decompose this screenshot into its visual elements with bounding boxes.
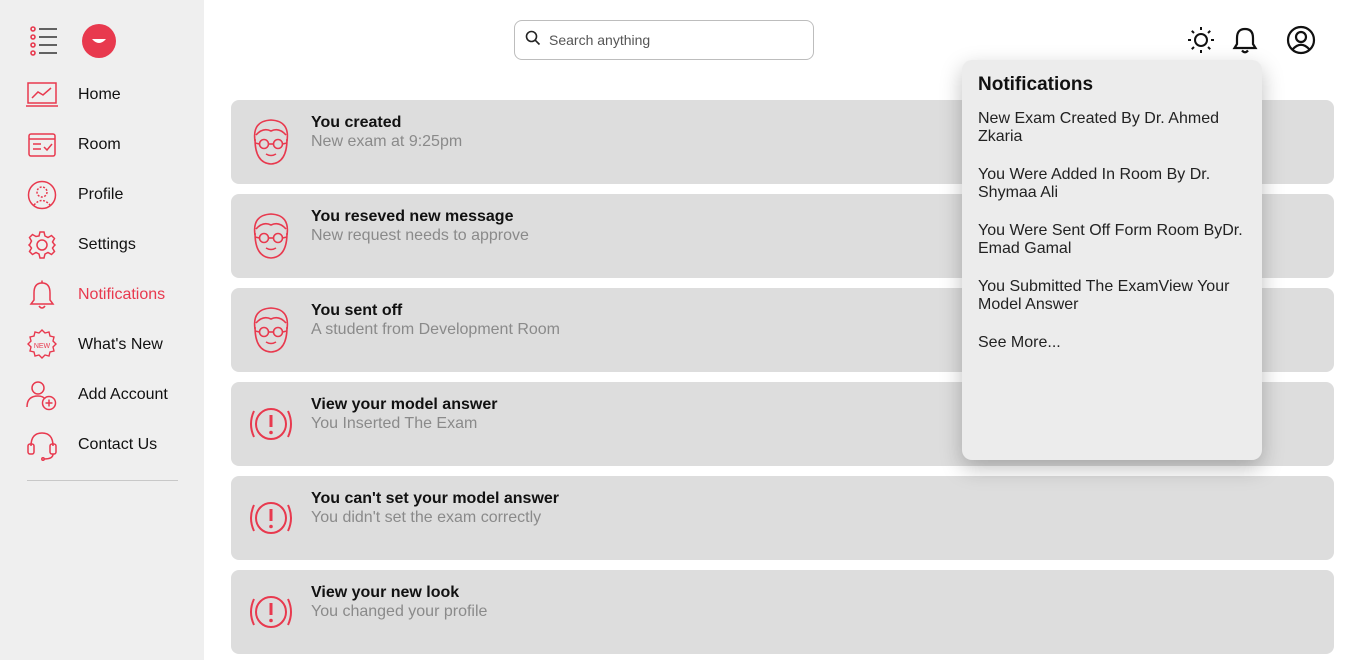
new-badge-icon: NEW bbox=[26, 329, 58, 361]
sidebar-item-label: Home bbox=[78, 86, 121, 103]
search-icon bbox=[525, 30, 541, 51]
sidebar-item-label: Room bbox=[78, 136, 121, 153]
alert-icon bbox=[245, 492, 297, 544]
notification-subtitle: You changed your profile bbox=[311, 603, 488, 620]
notification-title: View your new look bbox=[311, 584, 460, 601]
theme-toggle-sun-icon[interactable] bbox=[1185, 24, 1217, 56]
notifications-popup: Notifications New Exam Created By Dr. Ah… bbox=[962, 60, 1262, 460]
sidebar-item-label: Settings bbox=[78, 236, 136, 253]
sidebar-item-label: Add Account bbox=[78, 386, 168, 403]
notification-title: You created bbox=[311, 114, 402, 131]
person-glasses-icon bbox=[245, 116, 297, 168]
search-input[interactable] bbox=[549, 32, 789, 48]
notification-subtitle: You Inserted The Exam bbox=[311, 415, 478, 432]
room-icon bbox=[26, 129, 58, 161]
notification-subtitle: You didn't set the exam correctly bbox=[311, 509, 542, 526]
search-box[interactable] bbox=[514, 20, 814, 60]
popup-title: Notifications bbox=[978, 74, 1094, 95]
see-more-link[interactable]: See More... bbox=[978, 334, 1246, 352]
notification-subtitle: A student from Development Room bbox=[311, 321, 561, 338]
sidebar-item-label: Notifications bbox=[78, 286, 166, 303]
app-logo-icon bbox=[82, 24, 116, 58]
sidebar-item-contact-us[interactable]: Contact Us bbox=[26, 420, 168, 470]
popup-item[interactable]: You Submitted The ExamView Your Model An… bbox=[978, 278, 1248, 314]
sidebar-item-room[interactable]: Room bbox=[26, 120, 168, 170]
sidebar-item-whats-new[interactable]: NEW What's New bbox=[26, 320, 168, 370]
notification-title: You reseved new message bbox=[311, 208, 514, 225]
svg-text:NEW: NEW bbox=[34, 343, 51, 350]
sidebar-nav: Home Room Profile Settings Notifications… bbox=[26, 70, 168, 470]
person-glasses-icon bbox=[245, 304, 297, 356]
alert-icon bbox=[245, 586, 297, 638]
sidebar-item-add-account[interactable]: Add Account bbox=[26, 370, 168, 420]
sidebar-item-settings[interactable]: Settings bbox=[26, 220, 168, 270]
sidebar-divider bbox=[27, 480, 178, 481]
notification-subtitle: New request needs to approve bbox=[311, 227, 529, 244]
profile-icon bbox=[26, 179, 58, 211]
popup-item[interactable]: You Were Sent Off Form Room ByDr. Emad G… bbox=[978, 222, 1248, 258]
popup-item[interactable]: You Were Added In Room By Dr. Shymaa Ali bbox=[978, 166, 1248, 202]
sidebar-item-home[interactable]: Home bbox=[26, 70, 168, 120]
notification-title: View your model answer bbox=[311, 396, 498, 413]
user-account-icon[interactable] bbox=[1285, 24, 1317, 56]
bell-icon bbox=[26, 279, 58, 311]
notification-card[interactable]: You can't set your model answer You didn'… bbox=[231, 476, 1334, 560]
sidebar-item-notifications[interactable]: Notifications bbox=[26, 270, 168, 320]
notification-card[interactable]: View your new look You changed your profi… bbox=[231, 570, 1334, 654]
gear-icon bbox=[26, 229, 58, 261]
headset-icon bbox=[26, 429, 58, 461]
add-user-icon bbox=[26, 379, 58, 411]
sidebar-item-label: Profile bbox=[78, 186, 124, 203]
notification-title: You sent off bbox=[311, 302, 403, 319]
popup-item[interactable]: New Exam Created By Dr. Ahmed Zkaria bbox=[978, 110, 1248, 146]
sidebar-item-label: What's New bbox=[78, 336, 163, 353]
sidebar-item-label: Contact Us bbox=[78, 436, 158, 453]
sidebar-item-profile[interactable]: Profile bbox=[26, 170, 168, 220]
person-glasses-icon bbox=[245, 210, 297, 262]
alert-icon bbox=[245, 398, 297, 450]
home-chart-icon bbox=[26, 79, 58, 111]
bell-icon[interactable] bbox=[1229, 24, 1261, 56]
menu-list-icon[interactable] bbox=[28, 24, 58, 56]
sidebar-header bbox=[28, 24, 116, 58]
sidebar: Home Room Profile Settings Notifications… bbox=[0, 0, 204, 660]
notification-title: You can't set your model answer bbox=[311, 490, 560, 507]
notification-subtitle: New exam at 9:25pm bbox=[311, 133, 463, 150]
